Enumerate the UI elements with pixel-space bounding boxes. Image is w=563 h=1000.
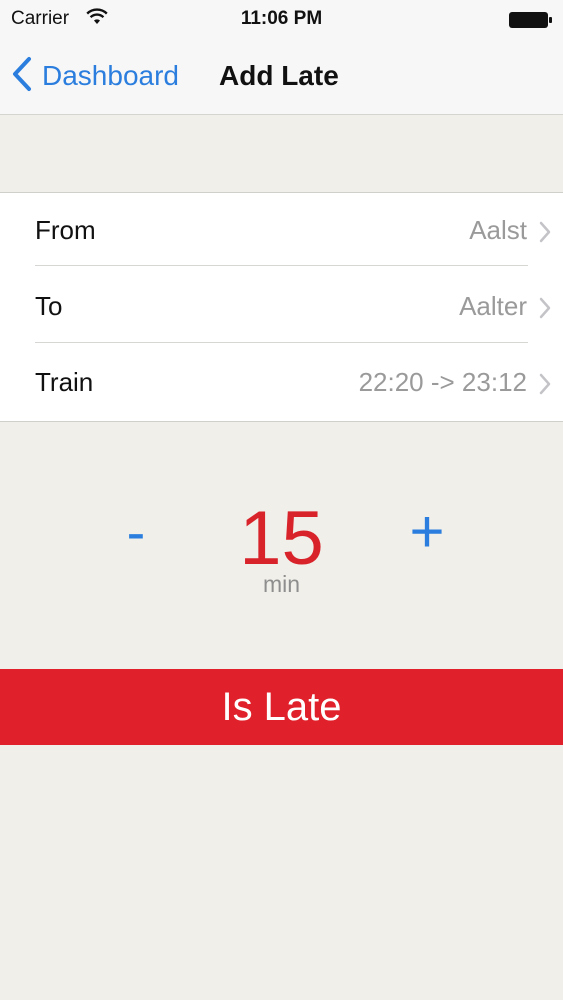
row-divider xyxy=(35,265,528,266)
back-button-label: Dashboard xyxy=(42,60,179,91)
back-button[interactable]: Dashboard xyxy=(12,54,179,98)
navigation-bar: Dashboard Add Late xyxy=(0,38,563,115)
status-bar: Carrier 11:06 PM xyxy=(0,0,563,38)
row-from[interactable]: From Aalst xyxy=(0,193,563,269)
chevron-left-icon xyxy=(12,56,32,97)
row-label: Train xyxy=(35,367,94,397)
row-value: Aalst xyxy=(469,215,527,245)
row-label: To xyxy=(35,291,63,321)
chevron-right-icon xyxy=(539,221,551,248)
increment-button[interactable]: + xyxy=(400,492,454,572)
row-value: 22:20 -> 23:12 xyxy=(358,367,527,397)
status-time: 11:06 PM xyxy=(240,8,323,29)
row-value: Aalter xyxy=(459,291,527,321)
row-to[interactable]: To Aalter xyxy=(0,269,563,345)
is-late-button[interactable]: Is Late xyxy=(0,669,563,745)
delay-unit-label: min xyxy=(262,571,301,597)
form-table: From Aalst To Aalter Train 22:20 -> 23:1… xyxy=(0,192,563,422)
row-train[interactable]: Train 22:20 -> 23:12 xyxy=(0,345,563,421)
chevron-right-icon xyxy=(539,297,551,324)
battery-icon xyxy=(508,11,554,34)
page-title: Add Late xyxy=(219,60,339,91)
chevron-right-icon xyxy=(539,373,551,400)
row-divider xyxy=(35,342,528,343)
row-label: From xyxy=(35,215,96,245)
